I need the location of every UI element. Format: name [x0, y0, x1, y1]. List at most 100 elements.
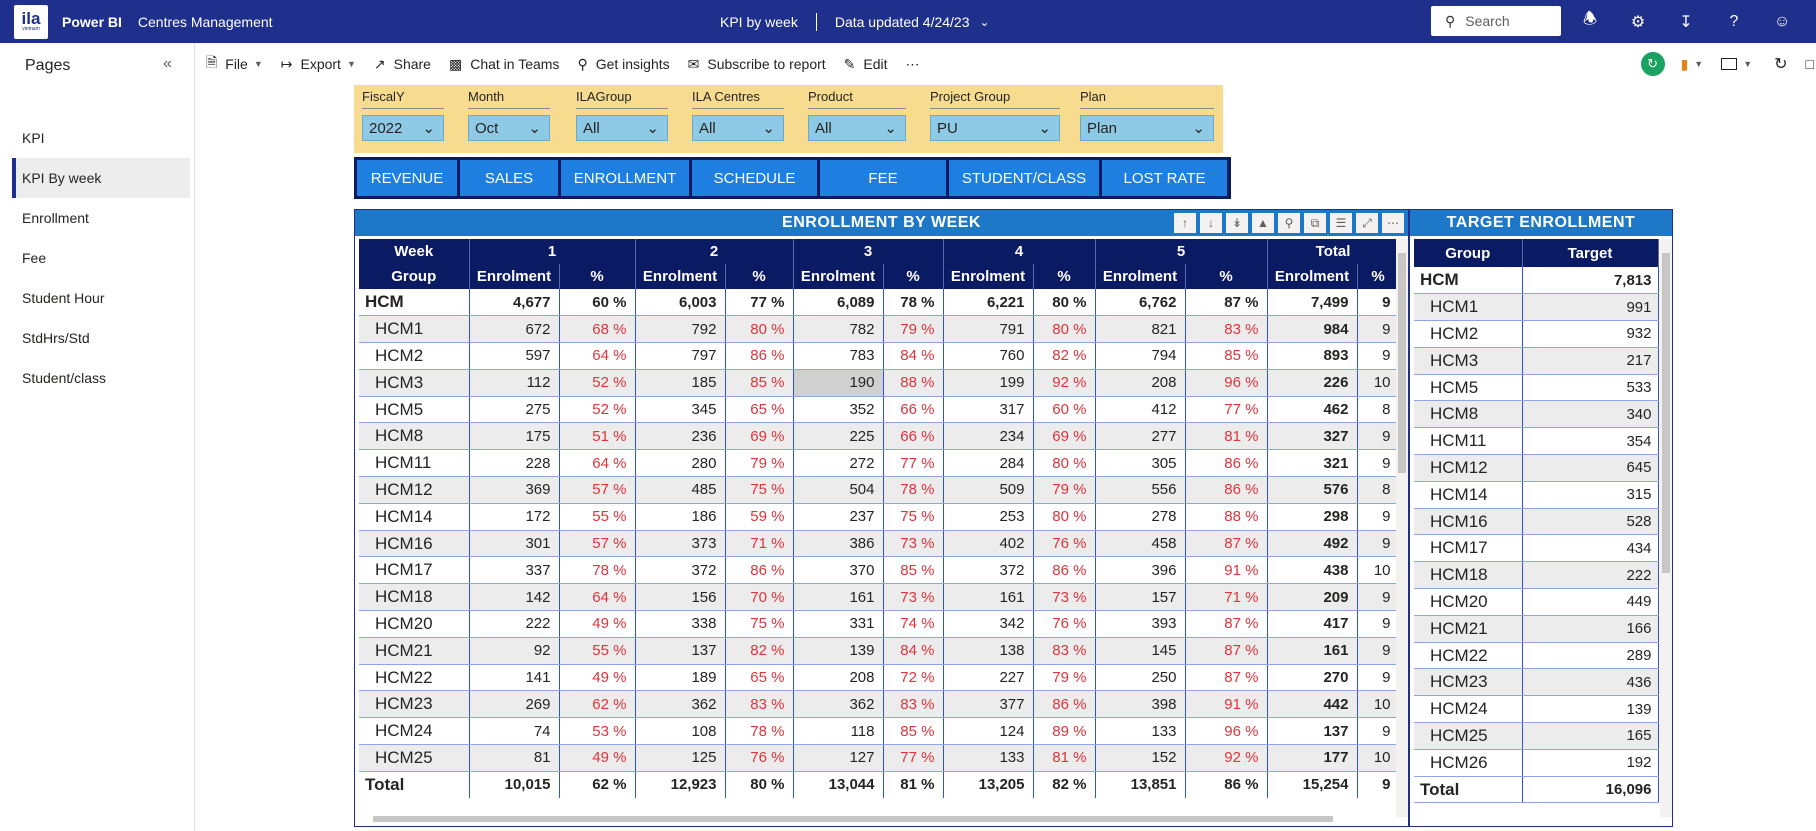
pct-header[interactable]: % [559, 264, 636, 289]
enrolment-cell[interactable]: 783 [793, 342, 884, 370]
target-row[interactable]: HCM11 354 [1414, 427, 1659, 456]
target-group-cell[interactable]: HCM1 [1414, 293, 1523, 322]
percent-cell[interactable]: 77 % [725, 289, 794, 317]
enrolment-cell[interactable]: 298 [1267, 503, 1358, 531]
group-cell[interactable]: HCM8 [359, 422, 470, 451]
target-group-cell[interactable]: HCM [1414, 267, 1523, 295]
enrolment-cell[interactable]: 156 [635, 583, 726, 612]
target-group-cell[interactable]: HCM3 [1414, 347, 1523, 375]
table-row[interactable]: HCM8 175 51 % 236 69 % 225 66 % 234 69 % 277 81 % 3… [359, 422, 1400, 451]
enrolment-cell[interactable]: 398 [1095, 690, 1186, 719]
target-value-cell[interactable]: 932 [1522, 320, 1659, 348]
week-2-header[interactable]: 2 [635, 239, 794, 264]
percent-cell[interactable]: 87 % [1185, 637, 1268, 665]
target-value-cell[interactable]: 340 [1522, 400, 1659, 429]
percent-cell[interactable]: 66 % [883, 396, 944, 424]
target-total-row[interactable]: Total 16,096 [1414, 776, 1659, 804]
chevron-down-icon[interactable]: ⌄ [980, 15, 990, 29]
target-value-cell[interactable]: 434 [1522, 534, 1659, 563]
pct-header[interactable]: % [1357, 264, 1400, 289]
enrolment-cell[interactable]: 13,851 [1095, 771, 1186, 799]
collapse-pane-icon[interactable]: « [163, 55, 172, 73]
table-row[interactable]: HCM14 172 55 % 186 59 % 237 75 % 253 80 % 278 88 %… [359, 503, 1400, 531]
more-options-icon[interactable]: ⋯ [1382, 213, 1404, 233]
percent-cell[interactable]: 86 % [725, 342, 794, 370]
target-row[interactable]: HCM18 222 [1414, 561, 1659, 590]
percent-cell[interactable]: 52 % [559, 369, 636, 397]
enrolment-cell[interactable]: 272 [793, 449, 884, 478]
table-row[interactable]: HCM1 672 68 % 792 80 % 782 79 % 791 80 % 821 83 % 9… [359, 315, 1400, 344]
target-group-header[interactable]: Group [1414, 239, 1523, 267]
enrolment-cell[interactable]: 208 [793, 664, 884, 692]
percent-cell[interactable]: 85 % [725, 369, 794, 397]
target-row[interactable]: HCM17 434 [1414, 534, 1659, 563]
target-value-cell[interactable]: 222 [1522, 561, 1659, 590]
target-vertical-scrollbar[interactable] [1660, 239, 1672, 817]
enrolment-cell[interactable]: 133 [943, 744, 1034, 772]
percent-cell[interactable]: 9 [1357, 717, 1400, 746]
enrolment-cell[interactable]: 797 [635, 342, 726, 370]
percent-cell[interactable]: 76 % [1033, 530, 1096, 558]
percent-cell[interactable]: 91 % [1185, 690, 1268, 719]
percent-cell[interactable]: 88 % [883, 369, 944, 397]
enrolment-cell[interactable]: 161 [1267, 637, 1358, 665]
enrolment-header[interactable]: Enrolment [1095, 264, 1186, 289]
target-row[interactable]: HCM24 139 [1414, 695, 1659, 724]
target-group-cell[interactable]: HCM23 [1414, 668, 1523, 697]
group-cell[interactable]: HCM23 [359, 690, 470, 719]
refresh-icon[interactable]: ↻ [1774, 54, 1787, 74]
target-value-cell[interactable]: 354 [1522, 427, 1659, 456]
enrolment-cell[interactable]: 438 [1267, 556, 1358, 585]
page-item-student-class[interactable]: Student/class [12, 358, 190, 398]
target-group-cell[interactable]: HCM24 [1414, 695, 1523, 724]
percent-cell[interactable]: 92 % [1185, 744, 1268, 772]
bell-icon[interactable]: 🕭 [1575, 0, 1605, 43]
percent-cell[interactable]: 92 % [1033, 369, 1096, 397]
target-value-cell[interactable]: 165 [1522, 722, 1659, 750]
percent-cell[interactable]: 62 % [559, 690, 636, 719]
percent-cell[interactable]: 86 % [1185, 476, 1268, 504]
enrolment-cell[interactable]: 227 [943, 664, 1034, 692]
comment-icon[interactable]: □ [1806, 56, 1814, 72]
percent-cell[interactable]: 9 [1357, 583, 1400, 612]
enrolment-cell[interactable]: 124 [943, 717, 1034, 746]
percent-cell[interactable]: 80 % [725, 315, 794, 344]
percent-cell[interactable]: 64 % [559, 342, 636, 370]
enrolment-cell[interactable]: 234 [943, 422, 1034, 451]
enrolment-cell[interactable]: 377 [943, 690, 1034, 719]
pct-header[interactable]: % [1185, 264, 1268, 289]
target-row[interactable]: HCM22 289 [1414, 642, 1659, 670]
enrolment-cell[interactable]: 284 [943, 449, 1034, 478]
enrolment-cell[interactable]: 108 [635, 717, 726, 746]
target-group-cell[interactable]: HCM11 [1414, 427, 1523, 456]
enrolment-cell[interactable]: 338 [635, 610, 726, 638]
download-icon[interactable]: ↧ [1671, 0, 1701, 43]
enrolment-cell[interactable]: 6,089 [793, 289, 884, 317]
percent-cell[interactable]: 88 % [1185, 503, 1268, 531]
target-group-cell[interactable]: HCM16 [1414, 508, 1523, 536]
enrolment-cell[interactable]: 373 [635, 530, 726, 558]
table-row[interactable]: HCM20 222 49 % 338 75 % 331 74 % 342 76 % 393 87 %… [359, 610, 1400, 638]
percent-cell[interactable]: 8 [1357, 476, 1400, 504]
table-row[interactable]: HCM23 269 62 % 362 83 % 362 83 % 377 86 % 398 91 %… [359, 690, 1400, 719]
percent-cell[interactable]: 75 % [883, 503, 944, 531]
enrolment-cell[interactable]: 278 [1095, 503, 1186, 531]
enrolment-cell[interactable]: 485 [635, 476, 726, 504]
percent-cell[interactable]: 78 % [725, 717, 794, 746]
percent-cell[interactable]: 73 % [883, 530, 944, 558]
percent-cell[interactable]: 87 % [1185, 530, 1268, 558]
enrolment-cell[interactable]: 893 [1267, 342, 1358, 370]
enrolment-cell[interactable]: 337 [469, 556, 560, 585]
enrolment-cell[interactable]: 137 [1267, 717, 1358, 746]
slicer-ila-centres[interactable]: ILA Centres All ⌄ [692, 89, 784, 147]
percent-cell[interactable]: 73 % [1033, 583, 1096, 612]
target-value-cell[interactable]: 16,096 [1522, 776, 1659, 804]
enrolment-cell[interactable]: 74 [469, 717, 560, 746]
percent-cell[interactable]: 65 % [725, 396, 794, 424]
enrolment-cell[interactable]: 209 [1267, 583, 1358, 612]
table-row[interactable]: HCM24 74 53 % 108 78 % 118 85 % 124 89 % 133 96 % 1… [359, 717, 1400, 746]
percent-cell[interactable]: 62 % [559, 771, 636, 799]
percent-cell[interactable]: 84 % [883, 637, 944, 665]
enrolment-cell[interactable]: 556 [1095, 476, 1186, 504]
percent-cell[interactable]: 78 % [883, 476, 944, 504]
